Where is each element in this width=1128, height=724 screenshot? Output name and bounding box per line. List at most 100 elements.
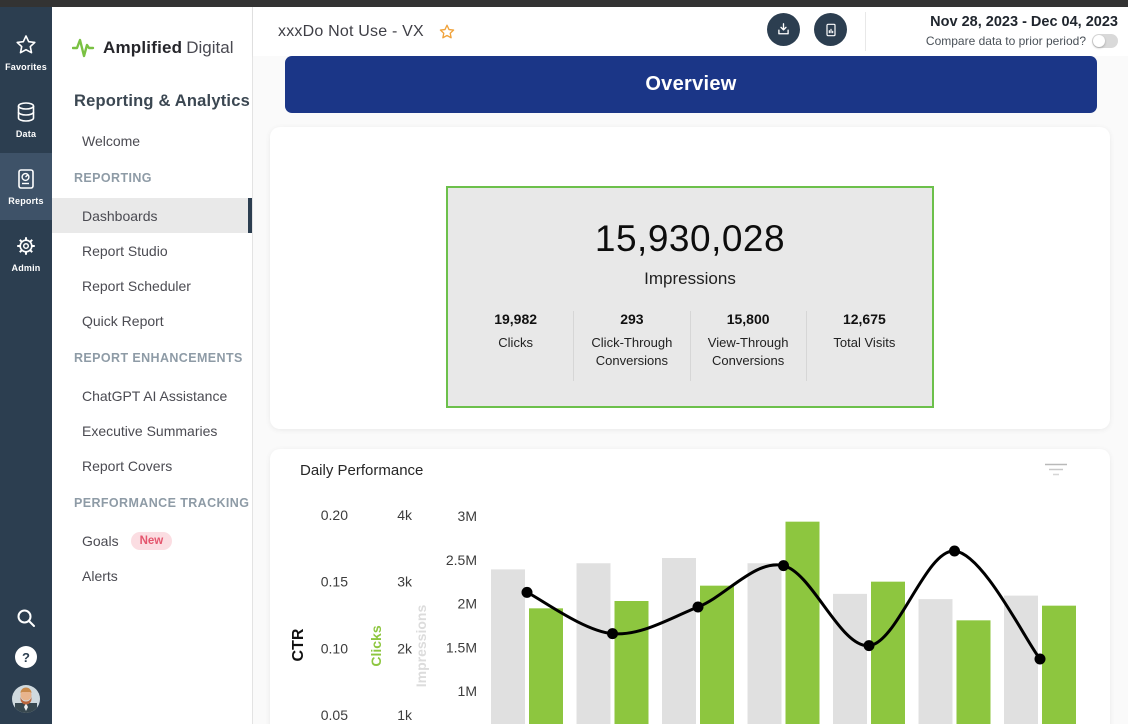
bar-impressions xyxy=(1004,596,1038,724)
primary-metric-label: Impressions xyxy=(448,269,932,289)
sidebar-item-report-studio[interactable]: Report Studio xyxy=(52,233,252,268)
gear-icon xyxy=(14,234,38,258)
bar-impressions xyxy=(833,594,867,724)
logo-text-bold: Amplified xyxy=(103,38,182,57)
sidebar-section-reporting: REPORTING xyxy=(52,158,252,198)
ctr-tick: 0.15 xyxy=(321,574,348,590)
sidebar-item-goals[interactable]: Goals New xyxy=(52,523,252,558)
logo-text-light: Digital xyxy=(186,38,233,57)
bar-clicks xyxy=(786,522,820,724)
app-logo[interactable]: AmplifiedDigital xyxy=(52,35,252,61)
topbar: xxxDo Not Use - VX Nov 28, xyxy=(253,7,1128,56)
sidebar: AmplifiedDigital Reporting & Analytics W… xyxy=(52,7,253,724)
sidebar-section-performance-tracking: PERFORMANCE TRACKING xyxy=(52,483,252,523)
toggle-knob xyxy=(1093,35,1105,47)
sidebar-item-chatgpt-ai-assistance[interactable]: ChatGPT AI Assistance xyxy=(52,378,252,413)
clicks-tick: 4k xyxy=(397,507,413,523)
bar-impressions xyxy=(919,599,953,724)
ctr-axis-label: CTR xyxy=(290,628,307,661)
date-range-picker[interactable]: Nov 28, 2023 - Dec 04, 2023 xyxy=(926,14,1118,30)
bar-clicks xyxy=(1042,606,1076,724)
chart-title: Daily Performance xyxy=(300,462,423,479)
new-badge: New xyxy=(131,532,173,550)
clicks-tick: 2k xyxy=(397,640,413,656)
ctr-point xyxy=(1035,654,1046,665)
rail-bottom: ? xyxy=(0,606,52,714)
bar-clicks xyxy=(700,586,734,724)
rail-item-data[interactable]: Data xyxy=(0,86,52,153)
sidebar-item-welcome[interactable]: Welcome xyxy=(52,123,252,158)
favorite-star-icon[interactable] xyxy=(438,23,456,41)
bar-clicks xyxy=(615,601,649,724)
overview-banner-title: Overview xyxy=(645,73,736,96)
sidebar-item-quick-report[interactable]: Quick Report xyxy=(52,303,252,338)
bar-impressions xyxy=(748,563,782,724)
sidebar-item-report-covers[interactable]: Report Covers xyxy=(52,448,252,483)
bar-clicks xyxy=(871,582,905,724)
topbar-right: Nov 28, 2023 - Dec 04, 2023 Compare data… xyxy=(926,14,1118,48)
ctr-point xyxy=(949,546,960,557)
topbar-divider xyxy=(865,12,866,51)
impressions-axis-label: Impressions xyxy=(413,605,429,688)
sidebar-item-executive-summaries[interactable]: Executive Summaries xyxy=(52,413,252,448)
main-column: xxxDo Not Use - VX Nov 28, xyxy=(253,7,1128,724)
rail-item-reports[interactable]: Reports xyxy=(0,153,52,220)
ctr-tick: 0.05 xyxy=(321,707,348,723)
ctr-point xyxy=(778,560,789,571)
ctr-point xyxy=(522,587,533,598)
ctr-point xyxy=(864,640,875,651)
ctr-tick: 0.20 xyxy=(321,507,348,523)
ctr-point xyxy=(693,602,704,613)
content-area: Overview 15,930,028 Impressions 19,982 C… xyxy=(253,56,1128,724)
app-shell: Favorites Data Reports xyxy=(0,7,1128,724)
filter-lines-icon[interactable] xyxy=(1044,462,1068,483)
help-button[interactable]: ? xyxy=(15,646,37,668)
rail-label: Favorites xyxy=(5,62,47,72)
daily-performance-card: 0.200.150.100.054k3k2k1k3M2.5M2M1.5M1MCT… xyxy=(270,449,1110,724)
browser-top-strip xyxy=(0,0,1128,7)
rail-spacer xyxy=(0,287,52,606)
report-document-button[interactable] xyxy=(814,13,847,46)
bar-clicks xyxy=(529,608,563,724)
rail-item-favorites[interactable]: Favorites xyxy=(0,19,52,86)
bar-impressions xyxy=(491,569,525,724)
ctr-point xyxy=(607,628,618,639)
clicks-axis-label: Clicks xyxy=(368,625,384,666)
document-chart-icon xyxy=(823,22,839,38)
sidebar-item-dashboards[interactable]: Dashboards xyxy=(52,198,252,233)
rail-label: Reports xyxy=(8,196,43,206)
pulse-logo-icon xyxy=(72,35,96,61)
impressions-tick: 3M xyxy=(458,508,477,524)
icon-rail: Favorites Data Reports xyxy=(0,7,52,724)
database-icon xyxy=(14,100,38,124)
secondary-metrics-row: 19,982 Clicks 293 Click-Through Conversi… xyxy=(448,311,932,381)
impressions-tick: 2.5M xyxy=(446,552,477,568)
download-icon xyxy=(775,21,792,38)
impressions-metric-box: 15,930,028 Impressions 19,982 Clicks 293… xyxy=(446,186,934,408)
rail-label: Admin xyxy=(12,263,41,273)
help-glyph: ? xyxy=(22,650,30,665)
overview-banner: Overview xyxy=(285,56,1097,113)
bar-impressions xyxy=(577,563,611,724)
rail-label: Data xyxy=(16,129,36,139)
user-avatar[interactable] xyxy=(11,684,41,714)
impressions-tick: 2M xyxy=(458,596,477,612)
sidebar-title: Reporting & Analytics xyxy=(74,92,252,111)
metric-clicks: 19,982 Clicks xyxy=(458,311,573,381)
sidebar-item-report-scheduler[interactable]: Report Scheduler xyxy=(52,268,252,303)
metric-click-through-conversions: 293 Click-Through Conversions xyxy=(573,311,689,381)
export-download-button[interactable] xyxy=(767,13,800,46)
rail-item-admin[interactable]: Admin xyxy=(0,220,52,287)
sidebar-item-alerts[interactable]: Alerts xyxy=(52,558,252,593)
bar-clicks xyxy=(957,620,991,724)
compare-period-toggle[interactable] xyxy=(1092,34,1118,48)
bar-impressions xyxy=(662,558,696,724)
star-icon xyxy=(14,33,38,57)
search-icon[interactable] xyxy=(14,606,38,630)
sidebar-section-report-enhancements: REPORT ENHANCEMENTS xyxy=(52,338,252,378)
clicks-tick: 3k xyxy=(397,574,413,590)
impressions-tick: 1M xyxy=(458,683,477,699)
compare-period-label: Compare data to prior period? xyxy=(926,34,1086,48)
primary-metric-value: 15,930,028 xyxy=(448,188,932,260)
metric-view-through-conversions: 15,800 View-Through Conversions xyxy=(690,311,806,381)
